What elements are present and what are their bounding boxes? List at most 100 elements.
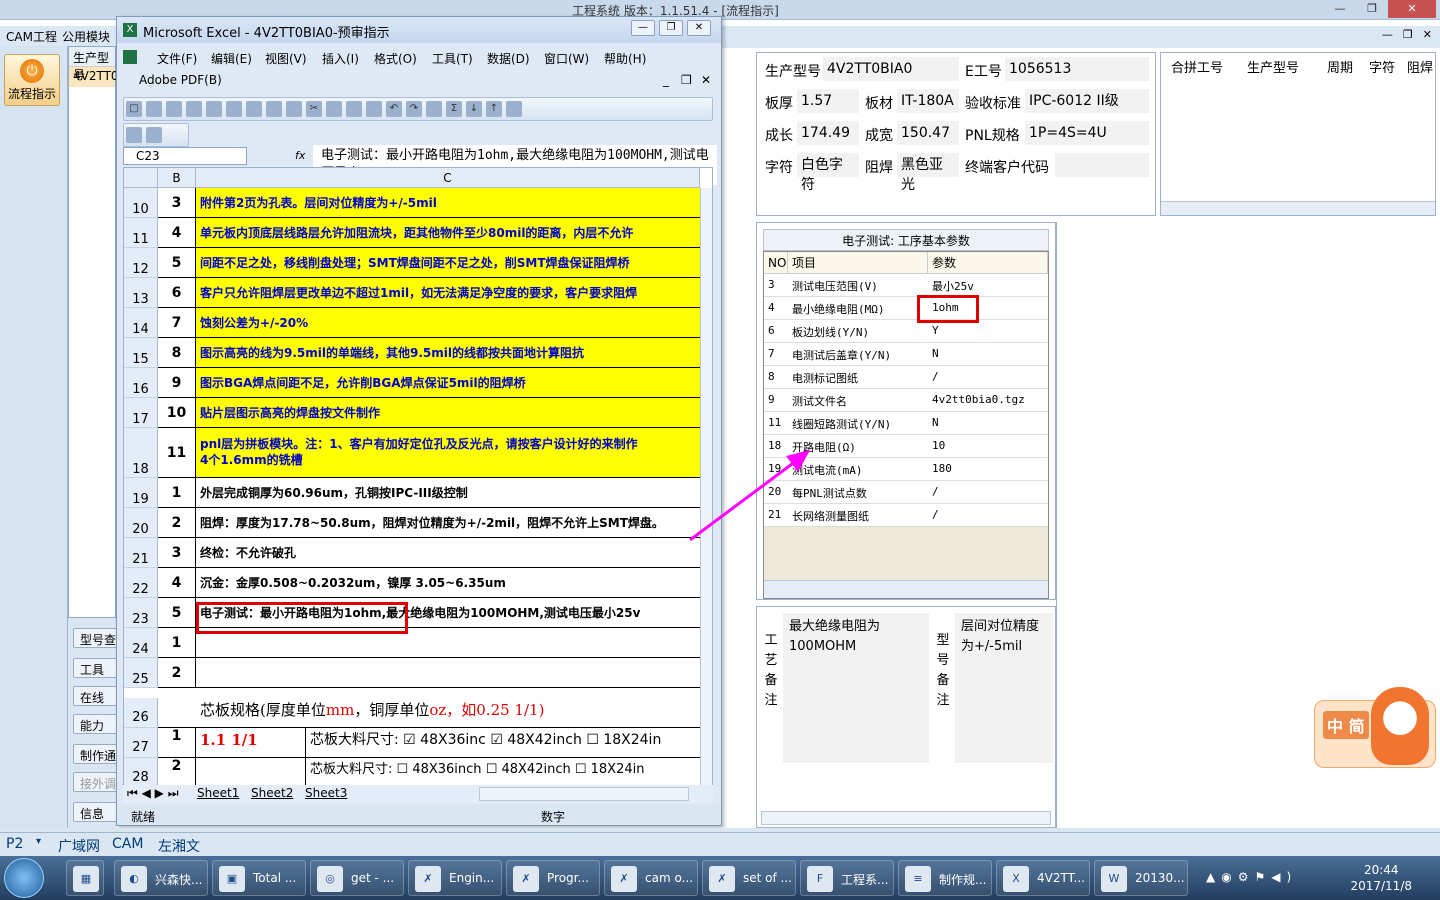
row-header[interactable]: 25 — [124, 658, 158, 688]
open-icon[interactable] — [146, 101, 162, 117]
cell-c[interactable]: 贴片层图示高亮的焊盘按文件制作 — [196, 398, 700, 428]
row-header[interactable]: 18 — [124, 428, 158, 478]
craft-note-field[interactable]: 最大绝缘电阻为100MOHM — [783, 613, 929, 763]
notes-scrollbar[interactable] — [761, 811, 1051, 825]
nav-p2[interactable]: P2 — [6, 836, 23, 852]
select-all-corner[interactable] — [124, 168, 158, 188]
cut-icon[interactable]: ✂ — [306, 101, 322, 117]
tab-nav-icons[interactable]: ⏮ ◀ ▶ ⏭ — [127, 786, 179, 801]
mdi-restore-icon[interactable]: ❐ — [1403, 28, 1413, 41]
param-header-item[interactable]: 项目 — [788, 252, 928, 274]
param-row[interactable]: 8 电测标记图纸 / — [764, 366, 1048, 389]
side-button-tool[interactable]: 工具 — [73, 658, 117, 678]
redo-icon[interactable]: ↷ — [406, 101, 422, 117]
taskbar-item[interactable]: ▣ Total ... — [212, 860, 306, 896]
row-header[interactable]: 22 — [124, 568, 158, 598]
model-note-field[interactable]: 层间对位精度为+/-5mil — [955, 613, 1053, 763]
nav-cam[interactable]: CAM — [112, 836, 143, 852]
ime-widget[interactable]: 中 简 — [1314, 687, 1436, 768]
option-18x24-checkbox[interactable]: ☐ 18X24in — [575, 762, 645, 777]
taskbar-item[interactable]: ≡ 制作规... — [898, 860, 992, 896]
cell-c[interactable]: 蚀刻公差为+/-20% — [196, 308, 700, 338]
cell-c[interactable]: 沉金：金厚0.508~0.2032um，镍厚 3.05~6.35um — [196, 568, 700, 598]
width-field[interactable]: 150.47 — [897, 121, 959, 145]
option-18x24-checkbox[interactable]: ☐ 18X24in — [586, 732, 661, 748]
cell-c[interactable]: 外层完成铜厚为60.96um，孔铜按IPC-III级控制 — [196, 478, 700, 508]
cell-b[interactable]: 2 — [158, 508, 196, 538]
taskbar-calculator[interactable]: ▦ — [66, 860, 104, 896]
cell-b[interactable]: 7 — [158, 308, 196, 338]
menu-format[interactable]: 格式(O) — [374, 50, 417, 67]
paste-icon[interactable] — [346, 101, 362, 117]
cell-c[interactable]: 间距不足之处，移线削盘处理；SMT焊盘间距不足之处，削SMT焊盘保证阻焊桥 — [196, 248, 700, 278]
taskbar-item[interactable]: ✗ set of ... — [702, 860, 796, 896]
undo-icon[interactable]: ↶ — [386, 101, 402, 117]
taskbar-item[interactable]: ✗ Engin... — [408, 860, 502, 896]
cell-b[interactable] — [158, 698, 196, 728]
hyperlink-icon[interactable] — [426, 101, 442, 117]
length-field[interactable]: 174.49 — [797, 121, 859, 145]
param-row[interactable]: 11 线圈短路测试(Y/N) N — [764, 412, 1048, 435]
cell-b[interactable]: 9 — [158, 368, 196, 398]
row-header[interactable]: 21 — [124, 538, 158, 568]
option-48x36-checkbox[interactable]: ☑ 48X36inc — [403, 732, 486, 748]
taskbar-item[interactable]: F 工程系... — [800, 860, 894, 896]
merge-grid-scrollbar[interactable] — [1161, 201, 1435, 215]
restore-icon[interactable]: ❐ — [1356, 0, 1388, 18]
fill-color-icon[interactable] — [506, 101, 522, 117]
nav-wan[interactable]: 广域网 — [58, 836, 100, 856]
option-48x42-checkbox[interactable]: ☑ 48X42inch — [490, 732, 582, 748]
mdi-minimize-icon[interactable]: — — [1382, 28, 1393, 41]
cell-b[interactable]: 3 — [158, 538, 196, 568]
menu-insert[interactable]: 插入(I) — [322, 50, 359, 67]
taskbar-item[interactable]: ◐ 兴森快... — [114, 860, 208, 896]
cell-b[interactable]: 10 — [158, 398, 196, 428]
menu-adobe-pdf[interactable]: Adobe PDF(B) — [139, 73, 222, 87]
flow-button[interactable]: ⏻ 流程指示 — [4, 54, 60, 106]
eno-field[interactable]: 1056513 — [1005, 57, 1149, 81]
cell-b[interactable]: 11 — [158, 428, 196, 478]
column-header-c[interactable]: C — [196, 168, 700, 188]
menu-help[interactable]: 帮助(H) — [604, 50, 646, 67]
excel-restore-icon[interactable]: ❐ — [659, 20, 683, 36]
row-header[interactable]: 24 — [124, 628, 158, 658]
format-painter-icon[interactable] — [366, 101, 382, 117]
name-box[interactable]: C23 — [123, 147, 247, 165]
cell-c[interactable]: 附件第2页为孔表。层间对位精度为+/-5mil — [196, 188, 700, 218]
start-button[interactable] — [4, 858, 44, 898]
cell-c[interactable]: 终检：不允许破孔 — [196, 538, 700, 568]
cell-b[interactable]: 8 — [158, 338, 196, 368]
menu-window[interactable]: 窗口(W) — [544, 50, 589, 67]
side-button-make[interactable]: 制作通 — [73, 744, 117, 764]
cell-b[interactable]: 5 — [158, 598, 196, 628]
param-header-value[interactable]: 参数 — [928, 252, 1048, 274]
model-list-row[interactable]: 4V2TT0 — [69, 67, 119, 87]
row-header[interactable]: 28 — [124, 758, 158, 786]
merge-header-model[interactable]: 生产型号 — [1247, 57, 1299, 76]
cell-core-spec[interactable]: 1.1 1/1 — [196, 728, 306, 758]
model-field[interactable]: 4V2TT0BIA0 — [823, 57, 959, 81]
param-row[interactable]: 6 板边划线(Y/N) Y — [764, 320, 1048, 343]
autosum-icon[interactable]: Σ — [446, 101, 462, 117]
copy-icon[interactable] — [326, 101, 342, 117]
cell-c[interactable]: pnl层为拼板模块。注：1、客户有加好定位孔及反光点，请按客户设计好的来制作 4个… — [196, 428, 700, 478]
mask-field[interactable]: 黑色亚光 — [897, 153, 959, 193]
option-48x36-checkbox[interactable]: ☐ 48X36inch — [397, 762, 482, 777]
standard-field[interactable]: IPC-6012 II级 — [1025, 89, 1149, 113]
cell-b[interactable]: 4 — [158, 218, 196, 248]
thickness-field[interactable]: 1.57 — [797, 89, 859, 113]
cell-c[interactable]: 图示BGA焊点间距不足，允许削BGA焊点保证5mil的阻焊桥 — [196, 368, 700, 398]
minimize-icon[interactable]: — — [1324, 0, 1356, 18]
pnl-field[interactable]: 1P=4S=4U — [1025, 121, 1149, 145]
dropdown-icon[interactable]: ▾ — [36, 836, 41, 847]
menu-file[interactable]: 文件(F) — [157, 50, 197, 67]
tray-icons[interactable]: ▲◉⚙⚑◀) — [1206, 870, 1297, 884]
cell-b[interactable]: 5 — [158, 248, 196, 278]
excel-minimize-icon[interactable]: — — [631, 20, 655, 36]
taskbar-item[interactable]: ✗ cam o... — [604, 860, 698, 896]
taskbar-item[interactable]: ✗ Progr... — [506, 860, 600, 896]
preview-icon[interactable] — [246, 101, 262, 117]
row-header[interactable]: 19 — [124, 478, 158, 508]
save-icon[interactable] — [166, 101, 182, 117]
merge-header-mask[interactable]: 阻焊 — [1407, 57, 1433, 76]
